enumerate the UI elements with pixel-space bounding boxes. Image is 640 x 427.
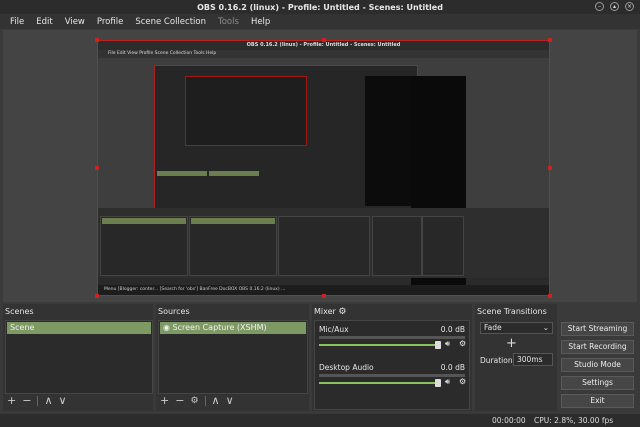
volume-slider-knob[interactable]: [435, 341, 441, 349]
nested-transitions-dock: [372, 216, 422, 276]
minimize-icon[interactable]: –: [595, 2, 604, 11]
resize-handle-bl[interactable]: [95, 294, 99, 298]
add-scene-button[interactable]: +: [7, 394, 16, 407]
resize-handle-r[interactable]: [548, 166, 552, 170]
chevron-down-icon: ⌄: [542, 323, 549, 332]
scenes-list[interactable]: Scene: [5, 320, 153, 394]
menu-file[interactable]: File: [4, 17, 30, 27]
menu-scene-collection[interactable]: Scene Collection: [129, 17, 212, 27]
add-transition-button[interactable]: +: [506, 336, 517, 351]
volume-meter: [319, 374, 465, 377]
sources-title: Sources: [158, 307, 190, 316]
duration-value: 300ms: [517, 355, 543, 364]
mixer-track-mic: Mic/Aux 0.0 dB 🔊︎ ⚙: [319, 325, 466, 365]
title-bar: OBS 0.16.2 (linux) - Profile: Untitled -…: [0, 0, 640, 14]
resize-handle-tl[interactable]: [95, 38, 99, 42]
scene-up-button[interactable]: ∧: [44, 394, 52, 407]
eye-icon[interactable]: ◉: [163, 323, 170, 332]
mixer-panel: Mic/Aux 0.0 dB 🔊︎ ⚙ Desktop Audio 0.0 dB…: [314, 320, 470, 410]
nested-inner-preview: [154, 65, 418, 210]
nested-docks: [98, 208, 549, 278]
studio-mode-button[interactable]: Studio Mode: [561, 358, 634, 372]
mixer-track-desktop: Desktop Audio 0.0 dB 🔊︎ ⚙: [319, 363, 466, 403]
source-up-button[interactable]: ∧: [212, 394, 220, 407]
mixer-title: Mixer ⚙: [314, 307, 347, 317]
menu-tools[interactable]: Tools: [212, 17, 245, 27]
scenes-toolbar: + − ∧ ∨: [7, 394, 67, 407]
nested-source-item: [209, 171, 259, 176]
mic-gear-icon[interactable]: ⚙: [459, 339, 466, 348]
preview-canvas[interactable]: OBS 0.16.2 (linux) - Profile: Untitled -…: [97, 40, 550, 296]
close-icon[interactable]: ×: [625, 2, 634, 11]
volume-slider[interactable]: [319, 382, 439, 384]
add-source-button[interactable]: +: [160, 394, 169, 407]
status-cpu: CPU: 2.8%, 30.00 fps: [534, 416, 614, 425]
nested-menu: File Edit View Profile Scene Collection …: [98, 50, 549, 58]
source-down-button[interactable]: ∨: [226, 394, 234, 407]
mixer-track-name: Desktop Audio: [319, 363, 374, 372]
transition-select-value: Fade: [484, 323, 502, 332]
nested-scene-item: [157, 171, 207, 176]
mixer-track-name: Mic/Aux: [319, 325, 349, 334]
transitions-title: Scene Transitions: [477, 307, 547, 316]
mixer-track-db: 0.0 dB: [440, 363, 465, 372]
mixer-gear-icon[interactable]: ⚙: [338, 307, 346, 317]
gear-icon[interactable]: ⚙: [190, 396, 198, 406]
exit-button[interactable]: Exit: [561, 394, 634, 408]
menu-edit[interactable]: Edit: [30, 17, 58, 27]
nested-controls-dock: [422, 216, 464, 276]
duration-spinbox[interactable]: 300ms: [513, 353, 553, 366]
resize-handle-tr[interactable]: [548, 38, 552, 42]
nested-scenes-dock: [100, 216, 188, 276]
desktop-gear-icon[interactable]: ⚙: [459, 377, 466, 386]
speaker-icon[interactable]: 🔊︎: [445, 377, 450, 387]
scenes-dock: Scenes Scene + − ∧ ∨: [3, 304, 153, 411]
resize-handle-b[interactable]: [322, 294, 326, 298]
status-bar: 00:00:00 CPU: 2.8%, 30.00 fps: [0, 414, 640, 427]
nested-preview: [98, 58, 549, 295]
volume-meter: [319, 336, 465, 339]
menu-help[interactable]: Help: [245, 17, 276, 27]
transition-select[interactable]: Fade ⌄: [480, 322, 553, 334]
source-item-label: Screen Capture (XSHM): [172, 323, 267, 332]
speaker-icon[interactable]: 🔊︎: [445, 339, 450, 349]
sources-dock: Sources ◉ Screen Capture (XSHM) + − ⚙ ∧ …: [156, 304, 309, 411]
source-item[interactable]: ◉ Screen Capture (XSHM): [160, 322, 306, 334]
resize-handle-t[interactable]: [322, 38, 326, 42]
remove-source-button[interactable]: −: [175, 394, 184, 407]
status-time: 00:00:00: [492, 416, 526, 425]
resize-handle-br[interactable]: [548, 294, 552, 298]
sources-list[interactable]: ◉ Screen Capture (XSHM): [158, 320, 308, 394]
preview-area[interactable]: OBS 0.16.2 (linux) - Profile: Untitled -…: [3, 30, 637, 302]
scene-down-button[interactable]: ∨: [59, 394, 67, 407]
nested-dark-panel: [365, 76, 415, 206]
nested-title: OBS 0.16.2 (linux) - Profile: Untitled -…: [98, 41, 549, 50]
menu-bar: File Edit View Profile Scene Collection …: [0, 14, 640, 29]
remove-scene-button[interactable]: −: [22, 394, 31, 407]
volume-slider[interactable]: [319, 344, 439, 346]
window-title: OBS 0.16.2 (linux) - Profile: Untitled -…: [197, 2, 443, 12]
mixer-dock: Mixer ⚙ Mic/Aux 0.0 dB 🔊︎ ⚙ Desktop Audi…: [312, 304, 472, 411]
maximize-icon[interactable]: ▴: [610, 2, 619, 11]
scenes-title: Scenes: [5, 307, 34, 316]
start-streaming-button[interactable]: Start Streaming: [561, 322, 634, 336]
resize-handle-l[interactable]: [95, 166, 99, 170]
start-recording-button[interactable]: Start Recording: [561, 340, 634, 354]
settings-button[interactable]: Settings: [561, 376, 634, 390]
duration-label: Duration: [480, 356, 513, 365]
nested-mixer-dock: [278, 216, 370, 276]
menu-profile[interactable]: Profile: [91, 17, 129, 27]
menu-view[interactable]: View: [59, 17, 91, 27]
nested-sources-dock: [189, 216, 277, 276]
sources-toolbar: + − ⚙ ∧ ∨: [160, 394, 234, 407]
nested-inner-preview-2: [185, 76, 307, 146]
mixer-track-db: 0.0 dB: [440, 325, 465, 334]
volume-slider-knob[interactable]: [435, 379, 441, 387]
scene-item[interactable]: Scene: [7, 322, 151, 334]
